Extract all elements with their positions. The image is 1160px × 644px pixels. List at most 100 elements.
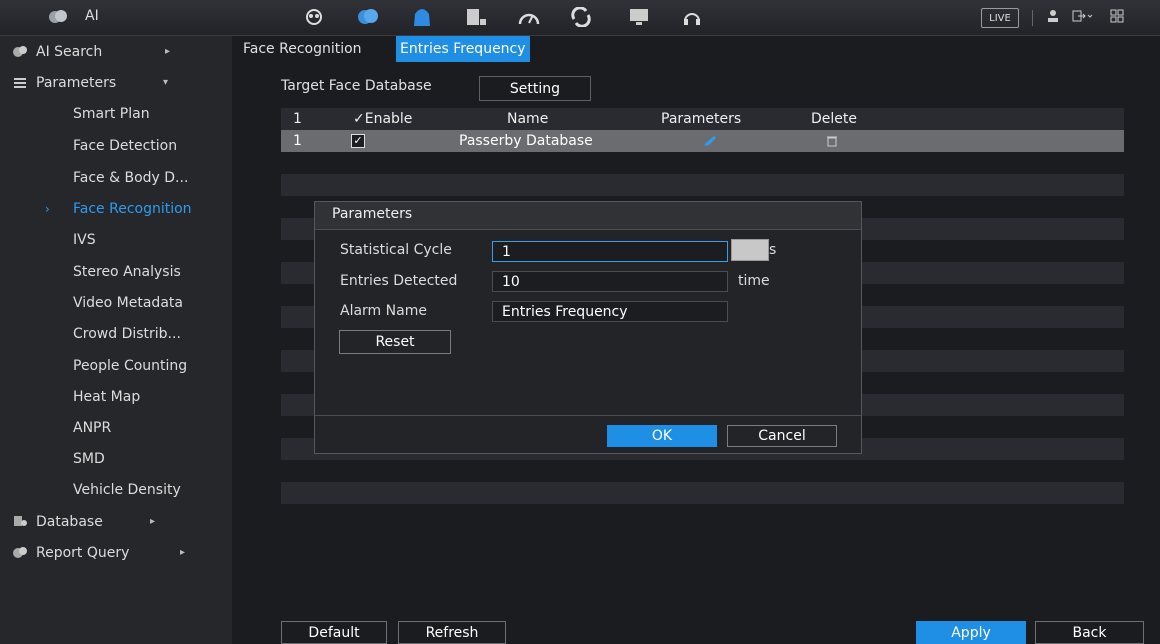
sidebar-item-label: Vehicle Density [73,481,181,498]
row-name: Passerby Database [459,133,593,149]
statistical-cycle-unit: s [769,242,777,258]
sidebar-item-smd[interactable]: SMD [0,443,232,474]
target-face-database-label: Target Face Database [281,78,432,94]
back-button[interactable]: Back [1035,621,1144,644]
sidebar-item-label: People Counting [73,357,188,374]
enable-checkbox[interactable]: ✓ [351,134,365,148]
sidebar-item-label: Heat Map [73,388,141,405]
sidebar-item-face-body-detection[interactable]: Face & Body D... [0,162,232,193]
dialog-header: Parameters [315,202,861,230]
sidebar-item-vehicle-density[interactable]: Vehicle Density [0,474,232,505]
sidebar-item-face-recognition[interactable]: › Face Recognition [0,193,232,224]
database-icon [14,516,27,526]
caret-right-icon: ▸ [180,547,186,558]
column-header-index: 1 [293,111,302,127]
table-row [281,460,1124,482]
top-bar: AI LIVE [0,0,1160,36]
active-marker-icon: › [45,201,50,216]
column-header-parameters: Parameters [661,111,742,127]
column-header-name: Name [507,111,549,127]
sync-icon[interactable] [567,5,595,29]
search-people-icon[interactable] [300,5,328,29]
setting-button[interactable]: Setting [479,76,591,101]
sidebar-item-label: Stereo Analysis [73,263,181,280]
alarm-name-input[interactable]: Entries Frequency [492,301,728,322]
report-query-icon [13,547,27,558]
edit-pencil-icon[interactable] [703,135,717,147]
dialog-footer: OK Cancel [315,415,861,454]
caret-right-icon: ▸ [150,516,156,527]
speed-gauge-icon[interactable] [515,5,543,29]
live-button[interactable]: LIVE [981,8,1019,28]
caret-right-icon: ▸ [165,46,171,57]
trash-icon[interactable] [826,135,838,147]
sidebar-item-people-counting[interactable]: People Counting [0,350,232,381]
sidebar-item-crowd-distribution[interactable]: Crowd Distrib... [0,318,232,349]
sidebar-item-report-query[interactable]: Report Query ▸ [0,537,232,568]
ai-logo-icon [49,10,67,23]
table-row [281,482,1124,504]
statistical-cycle-label: Statistical Cycle [340,242,452,258]
sidebar-item-ai-search[interactable]: AI Search ▸ [0,36,232,67]
table-header: 1 ✓Enable Name Parameters Delete [281,108,1124,130]
default-button[interactable]: Default [281,621,387,644]
sidebar-item-stereo-analysis[interactable]: Stereo Analysis [0,256,232,287]
dialog-title: Parameters [332,206,413,222]
tab-entries-frequency[interactable]: Entries Frequency [396,36,530,62]
sidebar-item-database[interactable]: Database ▸ [0,506,232,537]
sidebar-item-ivs[interactable]: IVS [0,224,232,255]
apply-button[interactable]: Apply [916,621,1026,644]
tab-face-recognition[interactable]: Face Recognition [239,36,366,62]
menu-grid-icon[interactable] [1110,9,1124,23]
sidebar-item-heat-map[interactable]: Heat Map [0,381,232,412]
ai-brain-icon[interactable] [354,5,382,29]
column-header-delete: Delete [811,111,857,127]
column-header-enable[interactable]: ✓Enable [353,111,412,127]
sidebar-item-label: Crowd Distrib... [73,325,181,342]
entries-detected-input[interactable]: 10 [492,271,728,292]
sidebar-item-label: Face Detection [73,137,178,154]
sidebar-item-parameters[interactable]: Parameters ▾ [0,67,232,98]
alarm-name-label: Alarm Name [340,303,427,319]
sidebar-item-label: Parameters [36,74,117,91]
sidebar-item-smart-plan[interactable]: Smart Plan [0,98,232,129]
headset-icon[interactable] [678,5,706,29]
sidebar-item-video-metadata[interactable]: Video Metadata [0,287,232,318]
ok-button[interactable]: OK [607,425,717,447]
sidebar-item-label: Video Metadata [73,294,183,311]
sidebar-item-label: IVS [73,231,96,248]
parameters-dialog: Parameters Statistical Cycle 1 s Entries… [314,201,862,454]
sidebar-item-anpr[interactable]: ANPR [0,412,232,443]
sidebar-item-label: Database [36,513,103,530]
refresh-button[interactable]: Refresh [398,621,506,644]
check-icon: ✓ [353,111,365,127]
list-icon [14,78,26,88]
row-index: 1 [293,133,302,149]
monitor-icon[interactable] [625,5,653,29]
storage-icon[interactable] [462,5,490,29]
table-row [281,174,1124,196]
table-row [281,152,1124,174]
sidebar-item-label: ANPR [73,419,112,436]
sidebar-item-label: AI Search [36,43,103,60]
user-icon[interactable] [1046,9,1060,23]
sidebar-item-label: Face & Body D... [73,169,189,186]
sidebar-item-label: Smart Plan [73,105,150,122]
sidebar-item-label: Face Recognition [73,200,192,217]
alarm-bell-icon[interactable] [408,5,436,29]
reset-button[interactable]: Reset [339,330,451,354]
cancel-button[interactable]: Cancel [727,425,837,447]
entries-detected-unit: time [738,273,770,289]
app-title: AI [85,8,99,24]
sidebar-item-face-detection[interactable]: Face Detection [0,130,232,161]
logout-icon[interactable] [1072,9,1094,23]
keyboard-icon[interactable] [731,239,769,261]
entries-detected-label: Entries Detected [340,273,458,289]
statistical-cycle-input[interactable]: 1 [492,241,728,262]
ai-search-icon [13,46,27,57]
top-separator [1032,10,1033,26]
sidebar-item-label: Report Query [36,544,130,561]
table-row[interactable]: 1 ✓ Passerby Database [281,130,1124,152]
caret-down-icon: ▾ [163,77,169,88]
sidebar: AI Search ▸ Parameters ▾ Smart Plan Face… [0,36,232,644]
